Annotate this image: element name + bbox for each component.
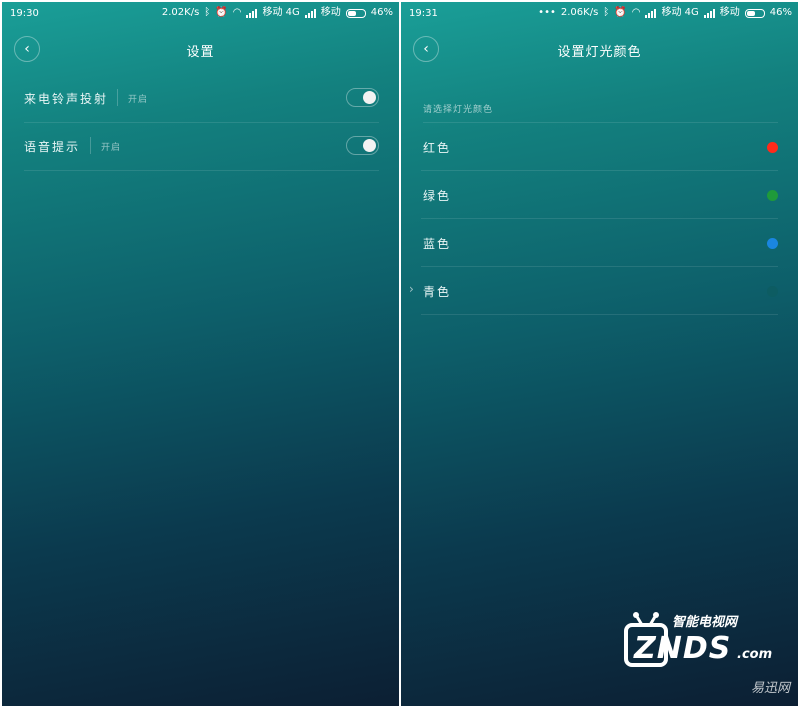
setting-label: 来电铃声投射: [24, 92, 109, 106]
signal-bars-icon: [645, 8, 657, 18]
color-option-blue[interactable]: 蓝色: [421, 219, 778, 267]
znds-watermark: 智能电视网 ZNDS .com 易迅网: [622, 601, 792, 696]
color-label: 绿色: [423, 189, 452, 203]
bluetooth-icon: ᛒ: [603, 7, 610, 18]
wifi-icon: ◠: [631, 7, 641, 18]
color-swatch: [767, 286, 778, 297]
toggle-knob: [363, 139, 376, 152]
carrier-label-2: 移动: [719, 7, 740, 18]
signal-bars-icon: [246, 8, 258, 18]
color-label: 青色: [423, 285, 452, 299]
status-time: 19:30: [10, 8, 39, 19]
network-speed: 2.02K/s: [161, 7, 200, 18]
light-color-screen: 19:31 ••• 2.06K/s ᛒ ⏰ ◠ 移动 4G 移动 46% ‹ 设…: [401, 2, 798, 706]
divider: [90, 137, 91, 154]
network-speed: 2.06K/s: [560, 7, 599, 18]
battery-percent: 46%: [769, 7, 792, 18]
watermark-cn: 智能电视网: [672, 615, 738, 630]
watermark-dot-com: .com: [737, 647, 773, 662]
status-time: 19:31: [409, 8, 438, 19]
settings-screen: 19:30 2.02K/s ᛒ ⏰ ◠ 移动 4G 移动 46% ‹ 设置 来电…: [2, 2, 399, 706]
bluetooth-icon: ᛒ: [204, 7, 211, 18]
setting-value: 开启: [101, 143, 122, 153]
alarm-clock-icon: ⏰: [614, 7, 627, 18]
color-swatch: [767, 142, 778, 153]
wifi-icon: ◠: [232, 7, 242, 18]
ringtone-cast-toggle[interactable]: [346, 88, 379, 107]
setting-label: 语音提示: [24, 140, 81, 154]
toggle-knob: [363, 91, 376, 104]
voice-prompt-toggle[interactable]: [346, 136, 379, 155]
page-title: 设置灯光颜色: [557, 45, 642, 60]
color-label: 红色: [423, 141, 452, 155]
page-title: 设置: [186, 45, 215, 60]
setting-row-ringtone-cast[interactable]: 来电铃声投射 开启: [24, 75, 379, 123]
battery-icon: [345, 8, 366, 18]
chevron-right-icon: ›: [409, 282, 414, 296]
color-option-red[interactable]: 红色: [421, 123, 778, 171]
color-swatch: [767, 190, 778, 201]
divider: [117, 89, 118, 106]
status-bar: 19:31 ••• 2.06K/s ᛒ ⏰ ◠ 移动 4G 移动 46%: [401, 2, 798, 26]
color-option-green[interactable]: 绿色: [421, 171, 778, 219]
battery-percent: 46%: [370, 7, 393, 18]
setting-row-voice-prompt[interactable]: 语音提示 开启: [24, 123, 379, 171]
alarm-clock-icon: ⏰: [215, 7, 228, 18]
header: ‹ 设置: [2, 36, 399, 66]
status-bar: 19:30 2.02K/s ᛒ ⏰ ◠ 移动 4G 移动 46%: [2, 2, 399, 26]
signal-bars-icon: [703, 8, 715, 18]
carrier-label-1: 移动 4G: [262, 7, 300, 18]
more-dots: •••: [538, 7, 556, 18]
header: ‹ 设置灯光颜色: [401, 36, 798, 66]
color-option-cyan[interactable]: › 青色: [409, 267, 778, 315]
carrier-label-1: 移动 4G: [661, 7, 699, 18]
color-swatch: [767, 238, 778, 249]
section-hint: 请选择灯光颜色: [423, 102, 778, 123]
battery-icon: [744, 8, 765, 18]
watermark-sub: 易迅网: [750, 681, 790, 696]
color-label: 蓝色: [423, 237, 452, 251]
watermark-en: ZNDS: [634, 631, 732, 666]
signal-bars-icon: [304, 8, 316, 18]
setting-value: 开启: [128, 95, 149, 105]
carrier-label-2: 移动: [320, 7, 341, 18]
